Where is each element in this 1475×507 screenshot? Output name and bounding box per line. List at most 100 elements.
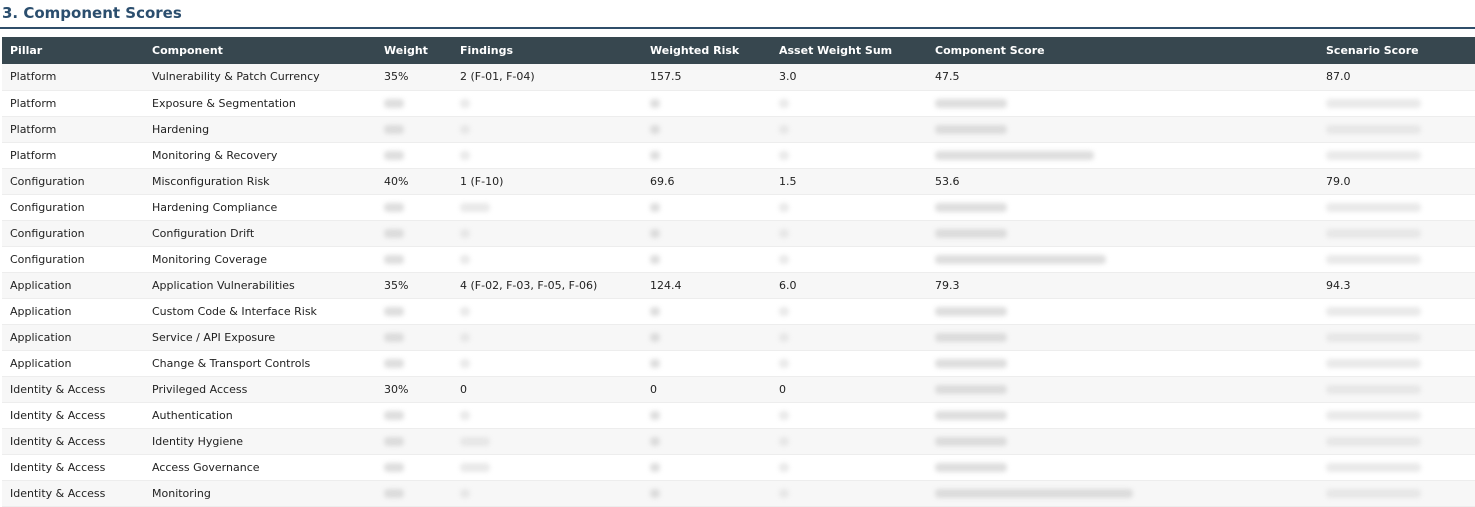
redacted-value bbox=[1326, 489, 1421, 498]
table-header: Pillar Component Weight Findings Weighte… bbox=[2, 37, 1475, 64]
redacted-value bbox=[650, 255, 660, 264]
cell-asset-weight-sum: 0 bbox=[771, 376, 927, 403]
cell-scenario-score: 94.3 bbox=[1318, 272, 1475, 299]
cell-component: Vulnerability & Patch Currency bbox=[144, 64, 376, 91]
cell-component: Custom Code & Interface Risk bbox=[144, 298, 376, 325]
cell-findings: 1 (F-10) bbox=[452, 168, 642, 195]
cell-pillar: Platform bbox=[2, 90, 144, 117]
cell-weighted-risk: 124.4 bbox=[642, 272, 771, 299]
cell-weighted-risk bbox=[642, 220, 771, 247]
cell-pillar: Identity & Access bbox=[2, 402, 144, 429]
redacted-value bbox=[650, 359, 660, 368]
redacted-value bbox=[460, 255, 470, 264]
redacted-value bbox=[460, 307, 470, 316]
cell-asset-weight-sum bbox=[771, 220, 927, 247]
redacted-value bbox=[1326, 151, 1421, 160]
cell-findings bbox=[452, 324, 642, 351]
cell-component: Change & Transport Controls bbox=[144, 350, 376, 377]
cell-weighted-risk: 69.6 bbox=[642, 168, 771, 195]
cell-findings bbox=[452, 350, 642, 377]
redacted-value bbox=[1326, 307, 1421, 316]
cell-component-score bbox=[927, 298, 1318, 325]
cell-asset-weight-sum bbox=[771, 324, 927, 351]
cell-component: Hardening bbox=[144, 116, 376, 143]
redacted-value bbox=[460, 437, 490, 446]
cell-pillar: Configuration bbox=[2, 246, 144, 273]
cell-component-score: 47.5 bbox=[927, 64, 1318, 91]
cell-asset-weight-sum bbox=[771, 480, 927, 507]
cell-findings: 4 (F-02, F-03, F-05, F-06) bbox=[452, 272, 642, 299]
cell-scenario-score bbox=[1318, 480, 1475, 507]
cell-weighted-risk: 0 bbox=[642, 376, 771, 403]
cell-pillar: Identity & Access bbox=[2, 428, 144, 455]
redacted-value bbox=[384, 359, 404, 368]
redacted-value bbox=[1326, 125, 1421, 134]
redacted-value bbox=[650, 203, 660, 212]
cell-scenario-score bbox=[1318, 194, 1475, 221]
cell-scenario-score bbox=[1318, 428, 1475, 455]
cell-weighted-risk bbox=[642, 142, 771, 169]
cell-component: Authentication bbox=[144, 402, 376, 429]
table-row: Platform Hardening bbox=[2, 116, 1475, 143]
cell-findings bbox=[452, 142, 642, 169]
cell-weight bbox=[376, 350, 452, 377]
cell-component-score bbox=[927, 324, 1318, 351]
header-asset-weight-sum: Asset Weight Sum bbox=[779, 44, 893, 57]
redacted-value bbox=[384, 203, 404, 212]
cell-component-score bbox=[927, 376, 1318, 403]
redacted-value bbox=[779, 333, 789, 342]
redacted-value bbox=[384, 333, 404, 342]
cell-weight: 40% bbox=[376, 168, 452, 195]
cell-scenario-score bbox=[1318, 402, 1475, 429]
redacted-value bbox=[1326, 203, 1421, 212]
redacted-value bbox=[935, 151, 1094, 160]
redacted-value bbox=[935, 203, 1007, 212]
redacted-value bbox=[1326, 437, 1421, 446]
cell-asset-weight-sum bbox=[771, 246, 927, 273]
cell-weighted-risk bbox=[642, 194, 771, 221]
redacted-value bbox=[650, 463, 660, 472]
cell-component: Configuration Drift bbox=[144, 220, 376, 247]
cell-component-score bbox=[927, 90, 1318, 117]
redacted-value bbox=[935, 125, 1007, 134]
redacted-value bbox=[460, 151, 470, 160]
cell-pillar: Configuration bbox=[2, 168, 144, 195]
table-row: Identity & Access Access Governance bbox=[2, 454, 1475, 481]
cell-weighted-risk bbox=[642, 480, 771, 507]
redacted-value bbox=[935, 229, 1007, 238]
component-scores-table: Pillar Component Weight Findings Weighte… bbox=[2, 37, 1475, 507]
redacted-value bbox=[779, 151, 789, 160]
cell-component: Service / API Exposure bbox=[144, 324, 376, 351]
cell-asset-weight-sum bbox=[771, 116, 927, 143]
table-row: Application Change & Transport Controls bbox=[2, 350, 1475, 377]
redacted-value bbox=[384, 411, 404, 420]
header-row: Pillar Component Weight Findings Weighte… bbox=[2, 37, 1475, 64]
table-row: Platform Vulnerability & Patch Currency 35… bbox=[2, 64, 1475, 91]
cell-findings: 0 bbox=[452, 376, 642, 403]
cell-weight: 35% bbox=[376, 64, 452, 91]
redacted-value bbox=[384, 307, 404, 316]
redacted-value bbox=[779, 229, 789, 238]
cell-pillar: Application bbox=[2, 324, 144, 351]
cell-findings bbox=[452, 480, 642, 507]
table-row: Configuration Configuration Drift bbox=[2, 220, 1475, 247]
cell-findings bbox=[452, 194, 642, 221]
table-row: Application Custom Code & Interface Risk bbox=[2, 298, 1475, 325]
cell-scenario-score bbox=[1318, 90, 1475, 117]
cell-component: Access Governance bbox=[144, 454, 376, 481]
redacted-value bbox=[779, 489, 789, 498]
table-body: Platform Vulnerability & Patch Currency 35… bbox=[2, 64, 1475, 507]
cell-scenario-score: 79.0 bbox=[1318, 168, 1475, 195]
cell-findings: 2 (F-01, F-04) bbox=[452, 64, 642, 91]
redacted-value bbox=[935, 489, 1133, 498]
cell-scenario-score bbox=[1318, 324, 1475, 351]
cell-scenario-score bbox=[1318, 142, 1475, 169]
cell-asset-weight-sum bbox=[771, 402, 927, 429]
redacted-value bbox=[460, 333, 470, 342]
cell-component-score bbox=[927, 194, 1318, 221]
header-component: Component bbox=[152, 44, 223, 57]
cell-component: Misconfiguration Risk bbox=[144, 168, 376, 195]
cell-findings bbox=[452, 428, 642, 455]
redacted-value bbox=[384, 125, 404, 134]
redacted-value bbox=[650, 437, 660, 446]
